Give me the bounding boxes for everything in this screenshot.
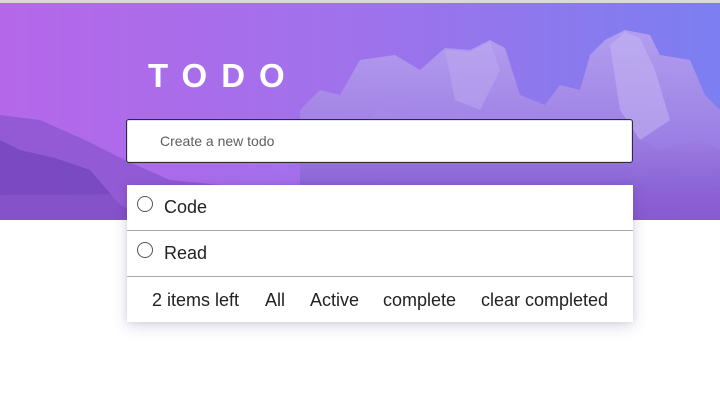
todo-item-text: Read — [164, 243, 208, 263]
todo-check-circle[interactable] — [137, 196, 153, 212]
filter-all-button[interactable]: All — [265, 289, 285, 311]
todo-item-text: Code — [164, 197, 208, 217]
filter-active-button[interactable]: Active — [310, 289, 359, 311]
todo-check-circle[interactable] — [137, 242, 153, 258]
page-title: TODO — [148, 57, 299, 94]
top-border — [0, 0, 720, 3]
new-todo-input[interactable] — [127, 120, 632, 162]
todo-item: Code — [127, 185, 633, 231]
new-todo-field[interactable] — [126, 119, 633, 163]
todo-footer: 2 items left All Active complete clear c… — [127, 277, 633, 322]
filter-complete-button[interactable]: complete — [383, 289, 456, 311]
items-left-count: 2 items left — [152, 290, 240, 310]
clear-completed-button[interactable]: clear completed — [481, 289, 608, 311]
theme-toggle-button[interactable] — [588, 50, 616, 78]
todo-item: Read — [127, 231, 633, 277]
todo-list: Code Read 2 items left All Active comple… — [127, 185, 633, 322]
todo-app: TODO Code Read 2 items left All Active c… — [0, 0, 720, 408]
